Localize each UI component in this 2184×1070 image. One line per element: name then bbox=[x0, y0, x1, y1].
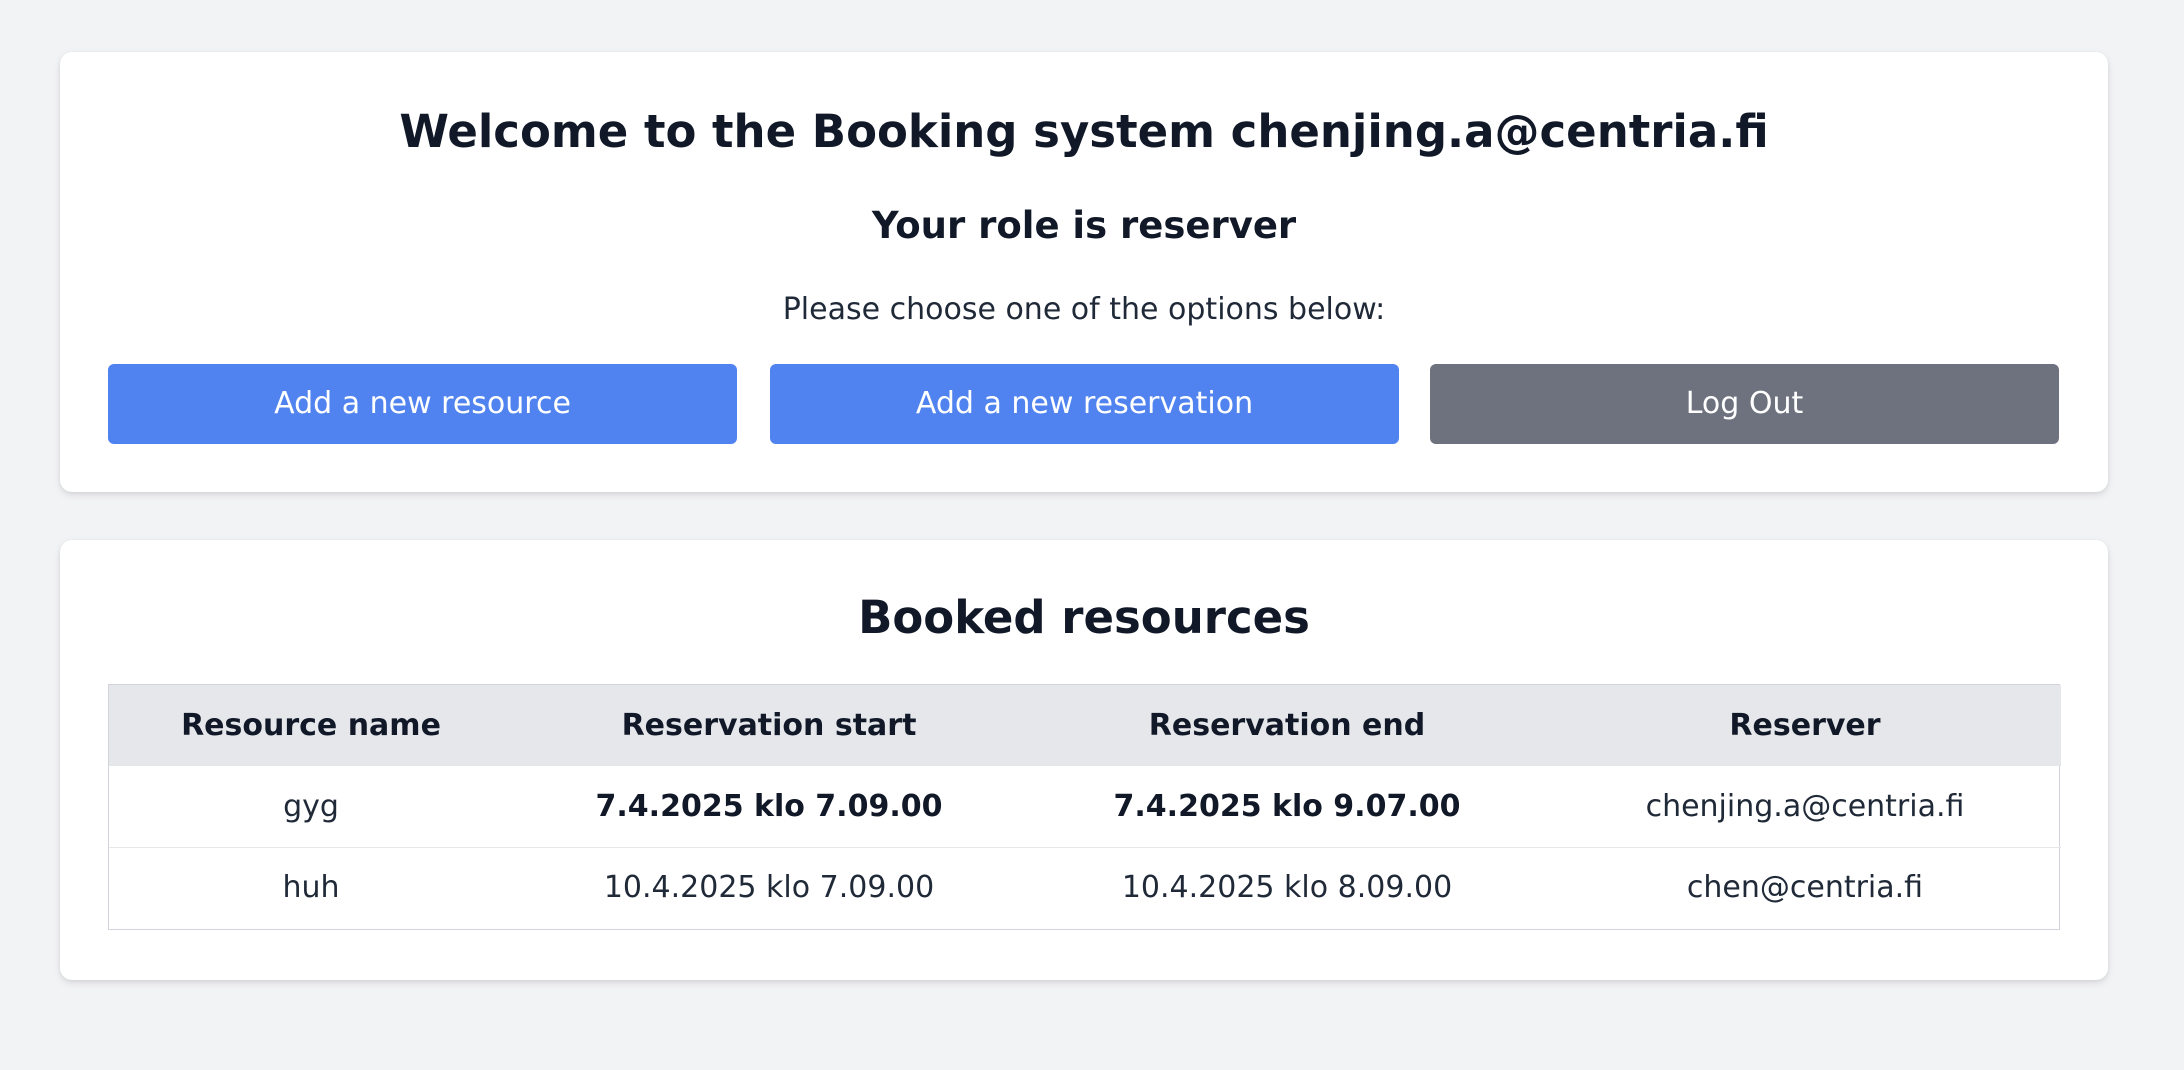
cell-reservation-start: 7.4.2025 klo 7.09.00 bbox=[595, 788, 943, 824]
table-row: huh 10.4.2025 klo 7.09.00 10.4.2025 klo … bbox=[109, 846, 2061, 928]
welcome-title: Welcome to the Booking system chenjing.a… bbox=[399, 105, 1769, 158]
table-row: gyg 7.4.2025 klo 7.09.00 7.4.2025 klo 9.… bbox=[109, 766, 2061, 847]
column-header-reserver: Reserver bbox=[1729, 708, 1881, 743]
welcome-card: Welcome to the Booking system chenjing.a… bbox=[60, 52, 2108, 492]
booked-resources-table: Resource name Reservation start Reservat… bbox=[108, 684, 2061, 930]
cell-reservation-start: 10.4.2025 klo 7.09.00 bbox=[513, 846, 1025, 928]
cell-resource-name: huh bbox=[109, 846, 513, 928]
booked-resources-card: Booked resources Resource name Reservati… bbox=[60, 540, 2108, 980]
logout-button[interactable]: Log Out bbox=[1430, 364, 2059, 444]
column-header-reservation-start: Reservation start bbox=[621, 708, 917, 743]
options-prompt: Please choose one of the options below: bbox=[782, 292, 1386, 327]
booked-resources-title: Booked resources bbox=[858, 591, 1310, 644]
column-header-reservation-end: Reservation end bbox=[1148, 708, 1426, 743]
cell-resource-name: gyg bbox=[283, 788, 339, 824]
add-resource-button[interactable]: Add a new resource bbox=[108, 364, 737, 444]
cell-reserver: chenjing.a@centria.fi bbox=[1645, 788, 1965, 824]
cell-reservation-end: 7.4.2025 klo 9.07.00 bbox=[1113, 788, 1461, 824]
add-reservation-button[interactable]: Add a new reservation bbox=[770, 364, 1399, 444]
column-header-resource-name: Resource name bbox=[181, 708, 441, 743]
role-text: Your role is reserver bbox=[871, 204, 1297, 247]
table-header-row: Resource name Reservation start Reservat… bbox=[109, 685, 2061, 766]
cell-reserver: chen@centria.fi bbox=[1549, 846, 2061, 928]
cell-reservation-end: 10.4.2025 klo 8.09.00 bbox=[1025, 846, 1549, 928]
